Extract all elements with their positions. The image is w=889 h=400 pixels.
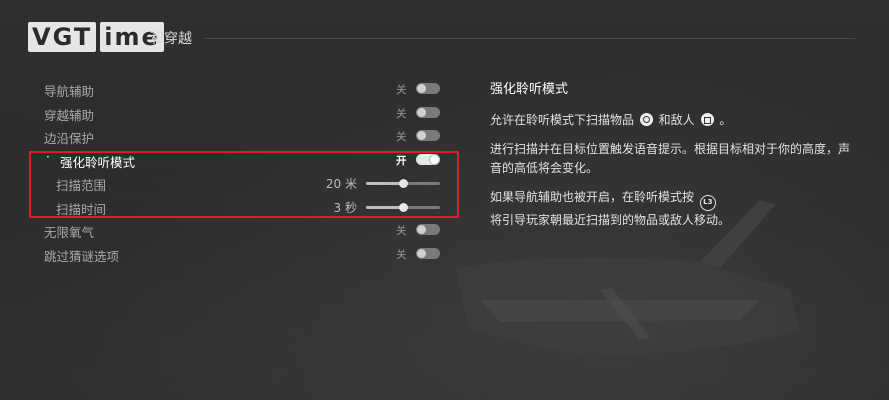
description-panel: 强化聆听模式 允许在聆听模式下扫描物品 和敌人 。 进行扫描并在目标位置触发语音… bbox=[490, 80, 860, 240]
header-divider bbox=[205, 38, 855, 39]
toggle-switch[interactable] bbox=[416, 130, 440, 141]
toggle-switch[interactable] bbox=[416, 224, 440, 235]
setting-skip-puzzle[interactable]: 跳过猜谜选项 关 bbox=[30, 243, 450, 267]
circle-button-icon bbox=[639, 113, 653, 126]
logo-text-vgt: VGT bbox=[28, 22, 97, 52]
setting-state: 关 bbox=[396, 131, 407, 143]
setting-label: 导航辅助 bbox=[44, 84, 95, 99]
toggle-switch[interactable] bbox=[416, 247, 440, 259]
toggle-switch[interactable] bbox=[416, 83, 440, 94]
description-text: 将引导玩家朝最近扫描到的物品或敌人移动。 bbox=[490, 213, 731, 227]
description-text: 。 bbox=[719, 113, 732, 127]
setting-label: 跳过猜谜选项 bbox=[44, 248, 120, 264]
setting-label: 无限氧气 bbox=[44, 225, 95, 240]
toggle-knob bbox=[417, 84, 426, 93]
description-paragraph-1: 允许在聆听模式下扫描物品 和敌人 。 bbox=[490, 111, 860, 130]
setting-state: 关 bbox=[396, 84, 407, 96]
setting-traversal-assist[interactable]: 穿越辅助 关 bbox=[30, 102, 450, 126]
description-title: 强化聆听模式 bbox=[490, 82, 569, 97]
setting-label: 边沿保护 bbox=[44, 131, 95, 146]
setting-label: 穿越辅助 bbox=[44, 107, 95, 123]
setting-navigation-assist[interactable]: 导航辅助 关 bbox=[30, 78, 450, 102]
description-paragraph-3: 如果导航辅助也被开启，在聆听模式按 L3 将引导玩家朝最近扫描到的物品或敌人移动… bbox=[490, 188, 860, 230]
description-paragraph-2: 进行扫描并在目标位置触发语音提示。根据目标相对于你的高度，声音的高低将会变化。 bbox=[490, 142, 851, 175]
highlight-annotation-box bbox=[29, 151, 459, 218]
toggle-switch[interactable] bbox=[416, 106, 440, 118]
setting-state: 关 bbox=[396, 225, 407, 237]
setting-state: 关 bbox=[396, 248, 407, 261]
section-title: 和穿越 bbox=[150, 31, 192, 47]
setting-infinite-oxygen[interactable]: 无限氧气 关 bbox=[30, 219, 450, 243]
description-text: 和敌人 bbox=[658, 113, 695, 127]
toggle-knob bbox=[417, 248, 426, 258]
square-button-icon bbox=[700, 113, 714, 126]
description-text: 如果导航辅助也被开启，在聆听模式按 bbox=[490, 190, 695, 204]
watermark-logo: VGT ime bbox=[28, 22, 164, 52]
toggle-knob bbox=[417, 107, 426, 117]
setting-ledge-guard[interactable]: 边沿保护 关 bbox=[30, 125, 450, 149]
toggle-knob bbox=[417, 225, 426, 234]
description-text: 允许在聆听模式下扫描物品 bbox=[490, 113, 635, 127]
setting-state: 关 bbox=[396, 107, 407, 120]
l3-button-icon: L3 bbox=[699, 195, 716, 211]
toggle-knob bbox=[417, 131, 426, 140]
